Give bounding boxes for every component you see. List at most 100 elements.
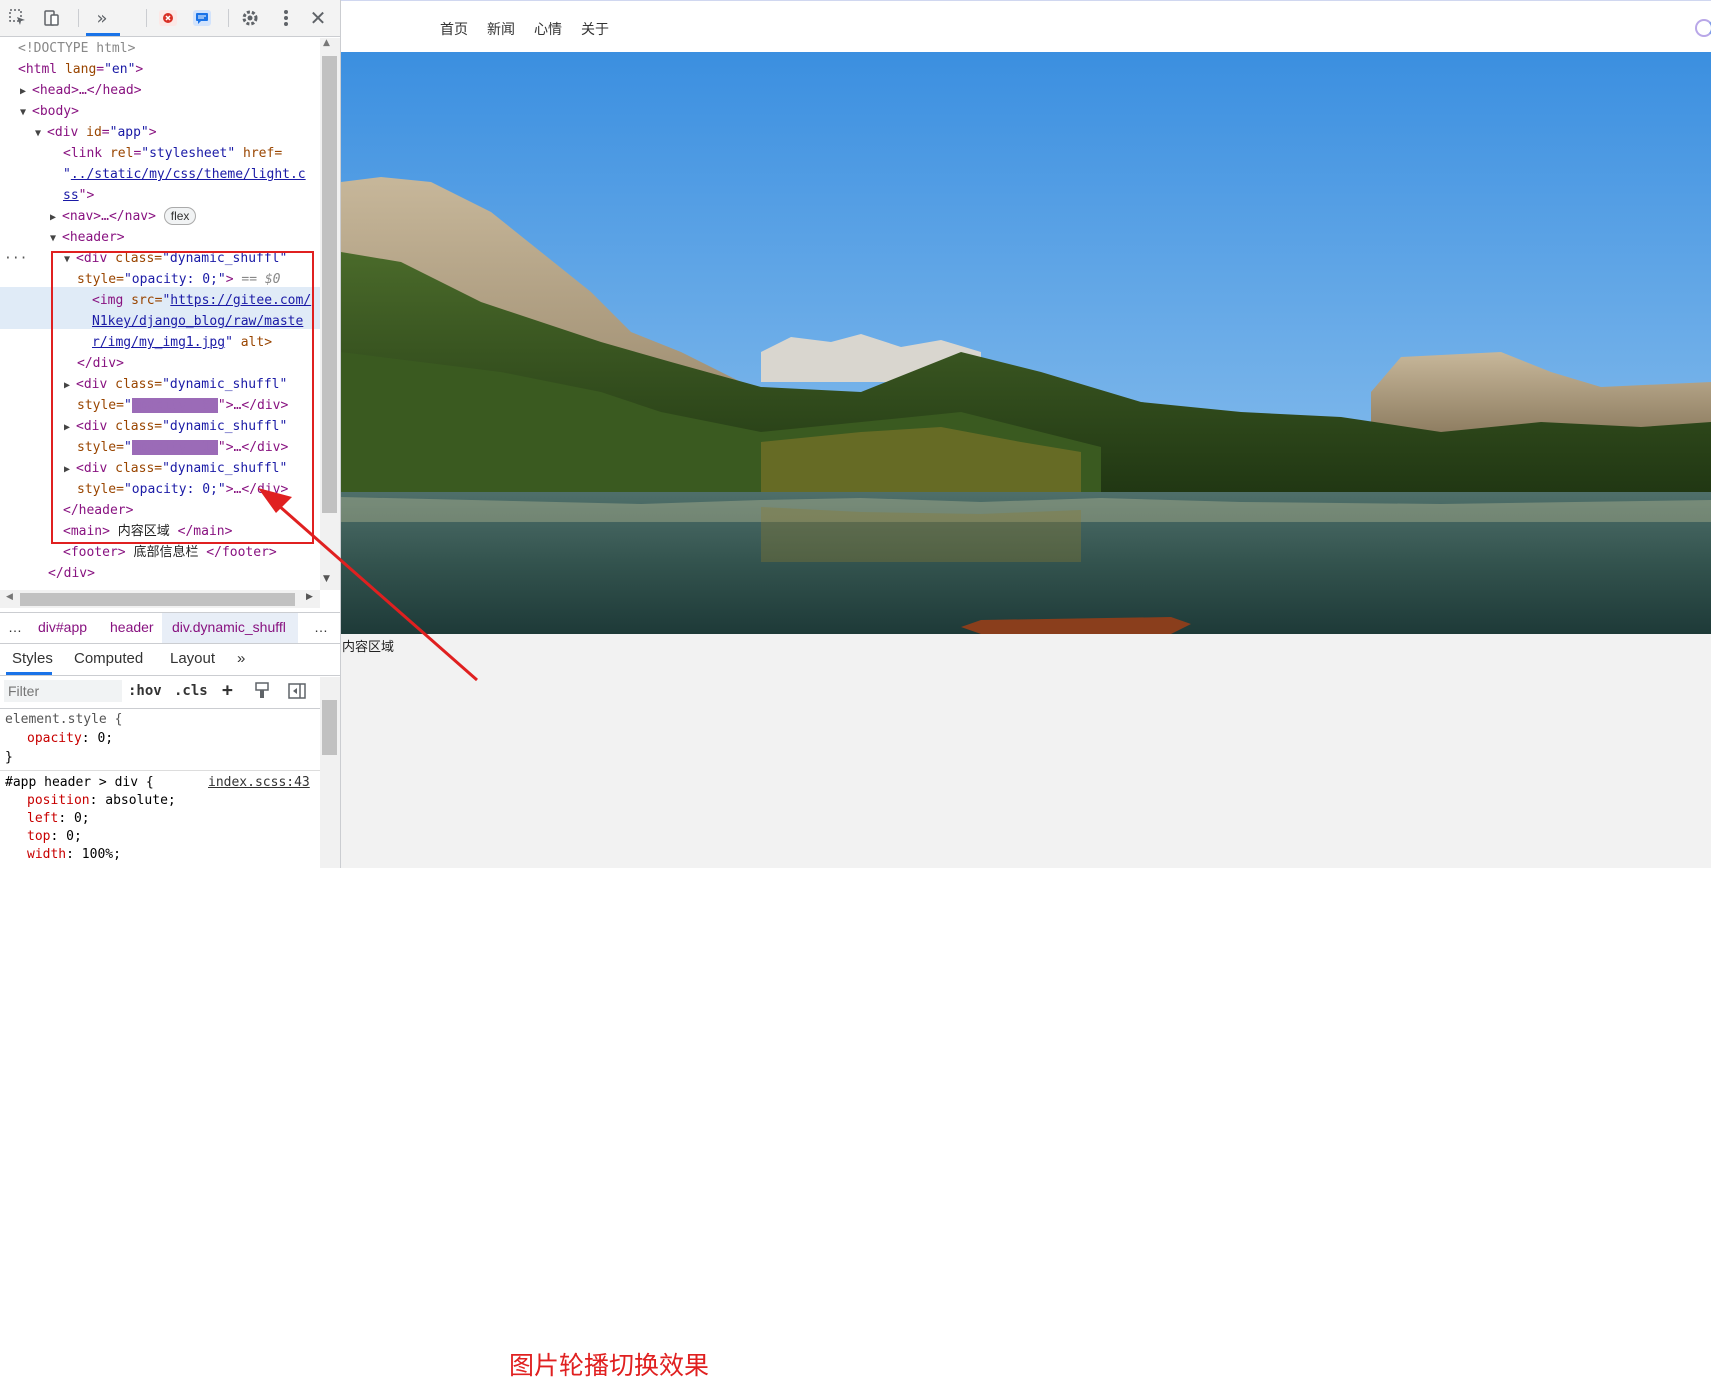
- error-badge-icon[interactable]: [156, 6, 180, 30]
- style-declaration[interactable]: position: absolute;: [27, 791, 176, 810]
- tab-styles[interactable]: Styles: [12, 650, 53, 667]
- node-actions-ellipsis[interactable]: ···: [4, 248, 27, 269]
- attr-text: rel: [109, 146, 134, 161]
- toolbar-divider: [78, 9, 79, 27]
- message-badge-icon[interactable]: [190, 6, 214, 30]
- scroll-up-arrow-icon[interactable]: ▲: [323, 38, 330, 48]
- dom-link-href[interactable]: "../static/my/css/theme/light.c: [63, 164, 306, 185]
- new-style-rule-button[interactable]: +: [222, 680, 233, 701]
- active-panel-indicator: [86, 33, 120, 36]
- dom-div-app-close[interactable]: </div>: [48, 563, 95, 584]
- scroll-down-arrow-icon[interactable]: ▼: [323, 574, 330, 584]
- css-property: left: [27, 811, 59, 826]
- href-link[interactable]: ss: [63, 188, 79, 203]
- style-declaration[interactable]: width: 100%;: [27, 845, 121, 864]
- inspect-icon[interactable]: [6, 6, 30, 30]
- breadcrumb-header[interactable]: header: [110, 619, 154, 635]
- val-text: ": [63, 167, 71, 182]
- css-property: top: [27, 829, 51, 844]
- nav-link-home[interactable]: 首页: [440, 19, 468, 39]
- active-tab-indicator: [6, 672, 52, 675]
- collapse-triangle-icon[interactable]: ▼: [20, 102, 32, 123]
- scroll-right-arrow-icon[interactable]: ▶: [306, 592, 313, 602]
- element-style-selector[interactable]: element.style {: [5, 710, 122, 729]
- styles-vertical-scroll-thumb[interactable]: [322, 700, 337, 755]
- dom-div-app[interactable]: ▼ <div id="app">: [35, 122, 157, 144]
- doctype-text: <!DOCTYPE html>: [18, 41, 136, 56]
- style-declaration[interactable]: left: 0;: [27, 809, 90, 828]
- nav-link-about[interactable]: 关于: [581, 19, 609, 39]
- webpage-viewport: 首页 新闻 心情 关于 内容区域 图片轮播切换效果: [341, 0, 1711, 1380]
- css-value: 0;: [66, 829, 82, 844]
- flex-badge[interactable]: flex: [163, 207, 197, 225]
- dom-body[interactable]: ▼ <body>: [20, 101, 79, 123]
- expand-triangle-icon[interactable]: ▶: [20, 81, 32, 102]
- tab-layout[interactable]: Layout: [170, 650, 215, 667]
- breadcrumb-more-left[interactable]: …: [8, 619, 22, 635]
- nav-link-news[interactable]: 新闻: [487, 19, 515, 39]
- styles-filter-bar: :hov .cls +: [0, 676, 340, 709]
- css-rule-selector[interactable]: #app header > div {: [5, 773, 154, 792]
- carousel-image: [341, 52, 1711, 634]
- dom-header[interactable]: ▼ <header>: [50, 227, 125, 249]
- sidebar-toggle-icon[interactable]: [288, 683, 306, 704]
- scroll-left-arrow-icon[interactable]: ◀: [6, 592, 13, 602]
- settings-gear-icon[interactable]: [238, 6, 262, 30]
- tag-text: </footer>: [206, 545, 277, 560]
- tag-text: <head>…</head>: [32, 83, 142, 98]
- dom-head[interactable]: ▶ <head>…</head>: [20, 80, 142, 102]
- tab-more-icon[interactable]: »: [237, 650, 245, 667]
- filter-input[interactable]: [4, 680, 122, 702]
- nav-link-mood[interactable]: 心情: [534, 19, 562, 39]
- breadcrumb-div-dynamic[interactable]: div.dynamic_shuffl: [172, 619, 286, 635]
- cls-toggle[interactable]: .cls: [174, 683, 208, 699]
- val-text: "en": [104, 62, 136, 77]
- toolbar-divider: [228, 9, 229, 27]
- more-panels-icon[interactable]: »: [90, 6, 114, 30]
- hov-toggle[interactable]: :hov: [128, 683, 162, 699]
- attr-text: id: [86, 125, 102, 140]
- collapse-triangle-icon[interactable]: ▼: [50, 228, 62, 249]
- kebab-menu-icon[interactable]: [274, 6, 298, 30]
- dom-horizontal-scroll-thumb[interactable]: [20, 593, 295, 606]
- val-text: "app": [109, 125, 149, 140]
- site-nav: 首页 新闻 心情 关于: [341, 0, 1711, 53]
- href-link[interactable]: ../static/my/css/theme/light.c: [71, 167, 306, 182]
- style-declaration[interactable]: top: 0;: [27, 827, 82, 846]
- styles-tabbar: Styles Computed Layout »: [0, 643, 340, 676]
- device-toggle-icon[interactable]: [40, 6, 64, 30]
- close-icon[interactable]: ✕: [306, 6, 330, 30]
- tag-text: </div>: [48, 566, 95, 581]
- toolbar-divider: [146, 9, 147, 27]
- css-value: 0;: [97, 731, 114, 746]
- collapse-triangle-icon[interactable]: ▼: [35, 123, 47, 144]
- dom-doctype[interactable]: <!DOCTYPE html>: [18, 38, 135, 59]
- breadcrumb-more-right[interactable]: …: [314, 619, 328, 635]
- tag-text: <footer>: [63, 545, 126, 560]
- style-declaration[interactable]: opacity: 0;: [27, 729, 113, 748]
- paint-brush-icon[interactable]: [254, 682, 270, 705]
- dom-html[interactable]: <html lang="en">: [18, 59, 143, 80]
- dom-link[interactable]: <link rel="stylesheet" href=: [63, 143, 282, 164]
- tab-computed[interactable]: Computed: [74, 650, 143, 667]
- attr-text: href=: [243, 146, 283, 161]
- breadcrumb: … div#app header div.dynamic_shuffl …: [0, 612, 340, 644]
- breadcrumb-div-app[interactable]: div#app: [38, 619, 87, 635]
- expand-triangle-icon[interactable]: ▶: [50, 207, 62, 228]
- dom-nav[interactable]: ▶ <nav>…</nav> flex: [50, 206, 197, 228]
- dom-link-href-end[interactable]: ss">: [63, 185, 94, 206]
- annotation-caption: 图片轮播切换效果: [509, 1351, 710, 1380]
- devtools-toolbar: » ✕: [0, 0, 340, 37]
- dom-vertical-scroll-thumb[interactable]: [322, 56, 337, 513]
- tag-text: <nav>…</nav>: [62, 209, 156, 224]
- source-link[interactable]: index.scss:43: [208, 773, 310, 792]
- main-content-area: 内容区域 图片轮播切换效果: [341, 634, 1711, 1380]
- css-value: 0;: [73, 811, 90, 826]
- css-property: width: [27, 847, 67, 862]
- val-text: "stylesheet": [141, 146, 236, 161]
- dom-footer[interactable]: <footer> 底部信息栏 </footer>: [63, 542, 277, 563]
- rule-close-brace: }: [5, 750, 13, 765]
- main-content-label: 内容区域: [342, 640, 395, 655]
- tag-text: ">: [78, 188, 95, 203]
- styles-pane: element.style { opacity: 0; } #app heade…: [0, 710, 320, 868]
